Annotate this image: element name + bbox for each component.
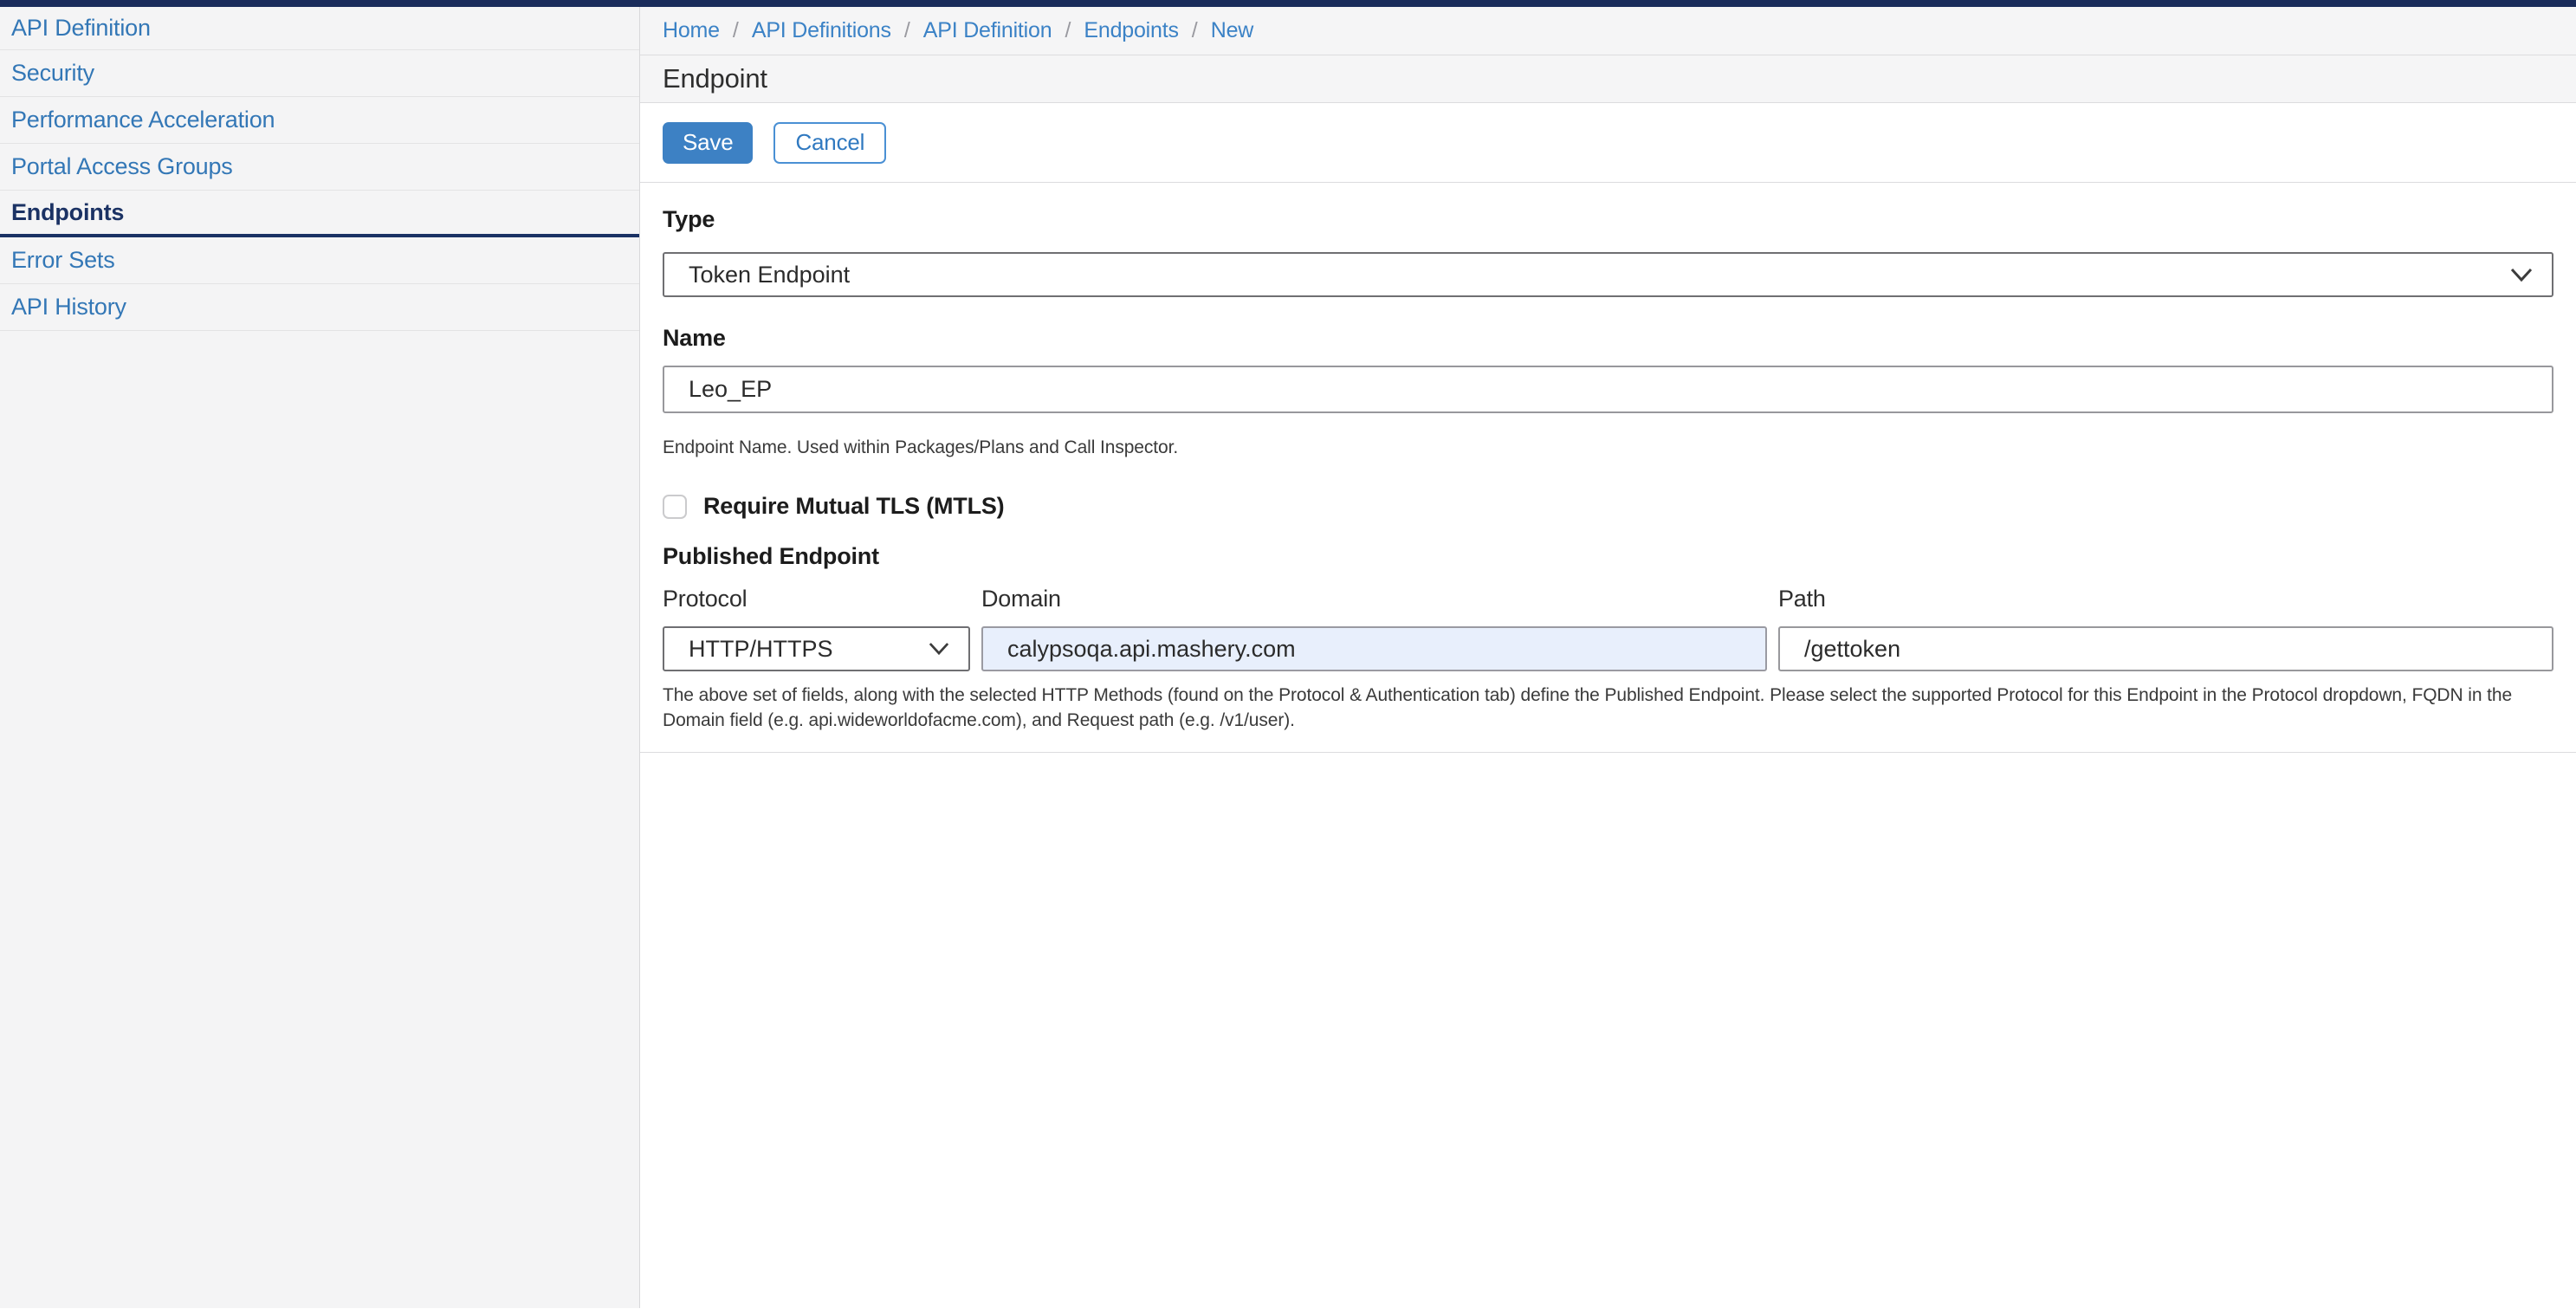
mtls-label: Require Mutual TLS (MTLS) xyxy=(703,493,1004,520)
sidebar: API Definition Security Performance Acce… xyxy=(0,7,640,1308)
sidebar-item-label: Security xyxy=(11,60,94,87)
path-label: Path xyxy=(1778,586,2553,612)
chevron-down-icon xyxy=(929,642,949,656)
breadcrumb-current-new: New xyxy=(1211,18,1253,43)
name-input[interactable] xyxy=(663,366,2553,413)
domain-input[interactable] xyxy=(981,626,1767,671)
top-accent-bar xyxy=(0,0,2576,7)
breadcrumb-separator: / xyxy=(733,18,739,43)
breadcrumb-link-endpoints[interactable]: Endpoints xyxy=(1084,18,1178,43)
sidebar-item-api-history[interactable]: API History xyxy=(0,284,639,331)
protocol-field-group: Protocol HTTP/HTTPS xyxy=(663,586,970,671)
sidebar-item-performance-acceleration[interactable]: Performance Acceleration xyxy=(0,97,639,144)
breadcrumb-separator: / xyxy=(1065,18,1071,43)
path-input[interactable] xyxy=(1778,626,2553,671)
page-title: Endpoint xyxy=(663,63,767,94)
domain-label: Domain xyxy=(981,586,1767,612)
sidebar-item-label: Portal Access Groups xyxy=(11,153,233,180)
mtls-checkbox[interactable] xyxy=(663,495,687,519)
app-frame: API Definition Security Performance Acce… xyxy=(0,7,2576,1308)
domain-field-group: Domain xyxy=(981,586,1767,671)
type-select[interactable]: Token Endpoint xyxy=(663,252,2553,297)
type-select-value: Token Endpoint xyxy=(689,262,850,288)
name-help-text: Endpoint Name. Used within Packages/Plan… xyxy=(663,435,2553,460)
published-endpoint-help-text: The above set of fields, along with the … xyxy=(663,683,2553,733)
published-endpoint-heading: Published Endpoint xyxy=(663,543,2553,570)
cancel-button[interactable]: Cancel xyxy=(773,122,886,164)
sidebar-item-portal-access-groups[interactable]: Portal Access Groups xyxy=(0,144,639,191)
name-label: Name xyxy=(663,325,2553,352)
breadcrumb-link-api-definitions[interactable]: API Definitions xyxy=(752,18,891,43)
mtls-field-group: Require Mutual TLS (MTLS) xyxy=(663,493,2553,520)
protocol-label: Protocol xyxy=(663,586,970,612)
published-endpoint-fields: Protocol HTTP/HTTPS Domain Path xyxy=(663,586,2553,671)
breadcrumb: Home / API Definitions / API Definition … xyxy=(640,7,2576,55)
protocol-select[interactable]: HTTP/HTTPS xyxy=(663,626,970,671)
endpoint-form: Type Token Endpoint Name Endpoint Name. … xyxy=(640,183,2576,733)
chevron-down-icon xyxy=(2510,268,2533,282)
name-field-group: Name Endpoint Name. Used within Packages… xyxy=(663,325,2553,460)
sidebar-item-error-sets[interactable]: Error Sets xyxy=(0,237,639,284)
type-label: Type xyxy=(663,206,2553,233)
sidebar-item-label: API Definition xyxy=(11,15,151,42)
sidebar-item-label: API History xyxy=(11,294,126,321)
sidebar-item-security[interactable]: Security xyxy=(0,50,639,97)
sidebar-item-api-definition[interactable]: API Definition xyxy=(0,7,639,50)
content-divider xyxy=(640,752,2576,753)
sidebar-item-label: Performance Acceleration xyxy=(11,107,275,133)
save-button[interactable]: Save xyxy=(663,122,753,164)
type-field-group: Type Token Endpoint xyxy=(663,206,2553,297)
sidebar-item-endpoints[interactable]: Endpoints xyxy=(0,191,639,237)
path-field-group: Path xyxy=(1778,586,2553,671)
breadcrumb-separator: / xyxy=(904,18,910,43)
breadcrumb-link-home[interactable]: Home xyxy=(663,18,720,43)
sidebar-item-label: Error Sets xyxy=(11,247,115,274)
main-content: Home / API Definitions / API Definition … xyxy=(640,7,2576,1308)
sidebar-item-label: Endpoints xyxy=(11,199,124,226)
breadcrumb-separator: / xyxy=(1192,18,1198,43)
actions-toolbar: Save Cancel xyxy=(640,103,2576,183)
protocol-select-value: HTTP/HTTPS xyxy=(689,636,833,663)
page-header: Endpoint xyxy=(640,55,2576,103)
breadcrumb-link-api-definition[interactable]: API Definition xyxy=(923,18,1052,43)
